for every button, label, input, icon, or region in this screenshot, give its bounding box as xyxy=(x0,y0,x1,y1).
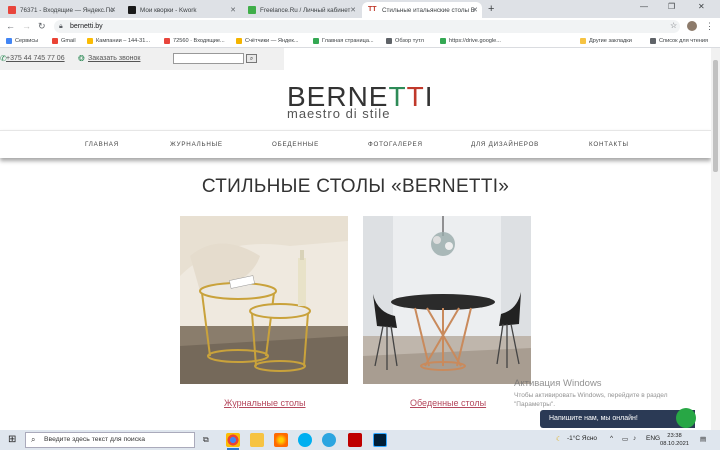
telegram-icon[interactable] xyxy=(322,433,336,447)
contact-bar: ✆ +375 44 745 77 06 ❂ Заказать звонок ⌕ xyxy=(0,48,284,70)
reading-list-icon xyxy=(650,38,656,44)
site-search-input[interactable] xyxy=(173,53,244,64)
windows-start-icon[interactable]: ⊞ xyxy=(8,434,16,445)
drive-icon xyxy=(313,38,319,44)
bookmark-overview[interactable]: Обзор тутл xyxy=(386,38,424,44)
coffee-tables-photo[interactable] xyxy=(180,216,348,384)
taskbar-clock[interactable]: 23:38 08.10.2021 xyxy=(660,432,689,448)
menu-item-home[interactable]: ГЛАВНАЯ xyxy=(85,141,119,148)
lock-icon: 🔒︎ xyxy=(59,23,63,30)
url-field[interactable]: 🔒︎ bernetti.by xyxy=(54,20,680,33)
globe-icon xyxy=(440,38,446,44)
bookmark-reading-list[interactable]: Список для чтения xyxy=(650,38,708,44)
volume-icon[interactable]: ♪ xyxy=(633,435,636,442)
network-icon[interactable]: ▭ xyxy=(622,435,628,443)
windows-taskbar: ⊞ ⌕ Введите здесь текст для поиска ⧉ ☾ -… xyxy=(0,430,720,450)
chrome-icon[interactable] xyxy=(226,433,240,450)
bookmark-gmail[interactable]: Gmail xyxy=(52,38,76,44)
tray-chevron-icon[interactable]: ^ xyxy=(610,435,613,442)
web-page: ✆ +375 44 745 77 06 ❂ Заказать звонок ⌕ … xyxy=(0,48,711,430)
reload-icon[interactable]: ↻ xyxy=(38,21,46,32)
task-view-icon[interactable]: ⧉ xyxy=(203,435,209,445)
bookmark-apps[interactable]: Сервисы xyxy=(6,38,38,44)
site-search-button[interactable]: ⌕ xyxy=(246,54,257,63)
avatar[interactable] xyxy=(687,21,697,31)
address-bar-row: ← → ↻ 🔒︎ bernetti.by ☆ ⋮ xyxy=(0,18,720,35)
weather-text[interactable]: -1°C Ясно xyxy=(567,435,597,442)
skype-icon[interactable] xyxy=(298,433,312,447)
menu-item-contacts[interactable]: КОНТАКТЫ xyxy=(589,141,629,148)
tab-yandex-mail[interactable]: 76371 - Входящие — Яндекс.По ✕ xyxy=(2,2,120,18)
freelance-icon xyxy=(248,6,256,14)
language-indicator[interactable]: ENG xyxy=(646,435,660,442)
menu-item-gallery[interactable]: ФОТОГАЛЕРЕЯ xyxy=(368,141,423,148)
browser-tab-bar: 76371 - Входящие — Яндекс.По ✕ Мои кворк… xyxy=(0,0,720,18)
close-icon[interactable]: ✕ xyxy=(472,6,478,14)
mail-icon xyxy=(8,6,16,14)
explorer-icon[interactable] xyxy=(250,433,264,447)
bookmarks-bar: Сервисы Gmail Кампании – 144-31... 72560… xyxy=(0,35,720,48)
chat-widget[interactable]: Напишите нам, мы онлайн! xyxy=(540,410,695,428)
ads-icon xyxy=(87,38,93,44)
close-icon[interactable]: ✕ xyxy=(110,6,116,14)
windows-activation-watermark: Активация Windows Чтобы активировать Win… xyxy=(514,378,668,408)
dining-tables-link[interactable]: Обеденные столы xyxy=(410,398,486,408)
tab-kwork[interactable]: Мои кворки - Kwork ✕ xyxy=(122,2,240,18)
new-tab-button[interactable]: + xyxy=(488,3,494,15)
tab-title: 76371 - Входящие — Яндекс.По xyxy=(20,6,114,14)
chat-icon[interactable] xyxy=(676,408,696,428)
tab-title: Стильные итальянские столы В xyxy=(382,6,475,14)
menu-dots-icon[interactable]: ⋮ xyxy=(705,21,714,32)
bookmark-drive[interactable]: https://drive.google... xyxy=(440,38,501,44)
apps-icon xyxy=(6,38,12,44)
bernetti-icon: TT xyxy=(368,6,378,14)
weather-icon: ☾ xyxy=(556,436,562,443)
callback-icon: ❂ xyxy=(78,54,85,63)
folder-icon xyxy=(580,38,586,44)
menu-item-dining-tables[interactable]: ОБЕДЕННЫЕ xyxy=(272,141,319,148)
coffee-tables-link[interactable]: Журнальные столы xyxy=(224,398,306,408)
forward-icon[interactable]: → xyxy=(22,21,31,31)
star-icon[interactable]: ☆ xyxy=(670,21,677,30)
bookmark-mail[interactable]: 72560 · Входящие... xyxy=(164,38,225,44)
tab-freelance[interactable]: Freelance.Ru / Личный кабинет ✕ xyxy=(242,2,360,18)
metrika-icon xyxy=(236,38,242,44)
logo-tagline: maestro di stile xyxy=(287,106,391,121)
bookmark-other[interactable]: Другие закладки xyxy=(580,38,632,44)
back-icon[interactable]: ← xyxy=(6,21,15,31)
menu-item-designers[interactable]: ДЛЯ ДИЗАЙНЕРОВ xyxy=(471,141,539,148)
dining-table-photo[interactable] xyxy=(363,216,531,384)
tab-bernetti[interactable]: TT Стильные итальянские столы В ✕ xyxy=(362,2,482,18)
tab-title: Мои кворки - Kwork xyxy=(140,6,197,14)
mail-icon xyxy=(164,38,170,44)
url-text: bernetti.by xyxy=(70,23,103,30)
callback-link[interactable]: Заказать звонок xyxy=(88,55,140,62)
filezilla-icon[interactable] xyxy=(348,433,362,447)
close-window-icon[interactable]: ✕ xyxy=(698,2,705,11)
close-icon[interactable]: ✕ xyxy=(230,6,236,14)
firefox-icon[interactable] xyxy=(274,433,288,447)
photoshop-icon[interactable] xyxy=(373,433,387,447)
menu-item-coffee-tables[interactable]: ЖУРНАЛЬНЫЕ xyxy=(170,141,223,148)
close-icon[interactable]: ✕ xyxy=(350,6,356,14)
kwork-icon xyxy=(128,6,136,14)
maximize-icon[interactable]: ❐ xyxy=(668,2,675,11)
page-title: СТИЛЬНЫЕ СТОЛЫ «BERNETTI» xyxy=(201,176,510,197)
site-icon xyxy=(386,38,392,44)
bookmark-metrika[interactable]: Счётчики — Яндек... xyxy=(236,38,299,44)
phone-link[interactable]: +375 44 745 77 06 xyxy=(6,55,65,62)
notifications-icon[interactable]: ▤ xyxy=(700,435,706,443)
search-icon: ⌕ xyxy=(31,435,36,444)
bookmark-ads[interactable]: Кампании – 144-31... xyxy=(87,38,150,44)
tab-title: Freelance.Ru / Личный кабинет xyxy=(260,6,351,14)
main-menu: ГЛАВНАЯ ЖУРНАЛЬНЫЕ ОБЕДЕННЫЕ ФОТОГАЛЕРЕЯ… xyxy=(0,130,711,158)
bookmark-home[interactable]: Главная страница... xyxy=(313,38,374,44)
scrollbar-thumb[interactable] xyxy=(713,60,718,172)
gmail-icon xyxy=(52,38,58,44)
minimize-icon[interactable]: — xyxy=(640,2,648,11)
taskbar-search-input[interactable]: ⌕ Введите здесь текст для поиска xyxy=(25,432,195,448)
